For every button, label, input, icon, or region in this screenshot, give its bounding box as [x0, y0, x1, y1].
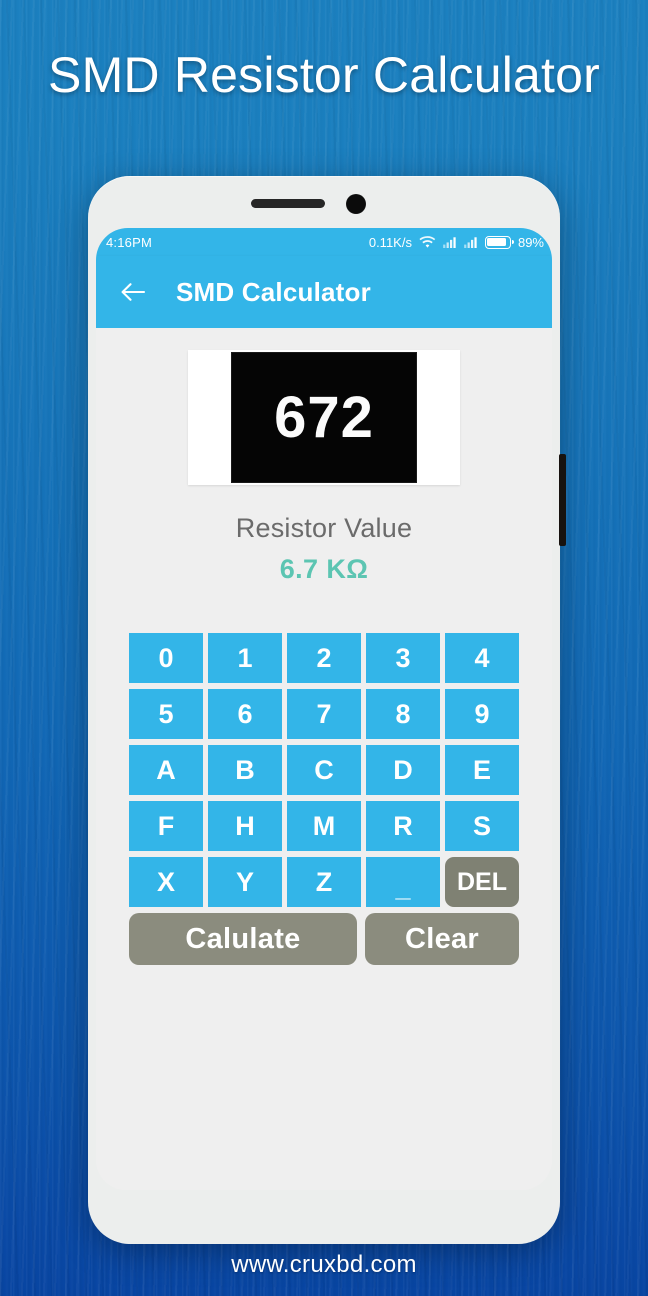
power-button[interactable]: [559, 454, 566, 546]
key-9[interactable]: 9: [445, 689, 519, 739]
key-0[interactable]: 0: [129, 633, 203, 683]
key-s[interactable]: S: [445, 801, 519, 851]
key-7[interactable]: 7: [287, 689, 361, 739]
key-5[interactable]: 5: [129, 689, 203, 739]
key-d[interactable]: D: [366, 745, 440, 795]
back-arrow-icon[interactable]: [116, 275, 150, 309]
app-content: 672 Resistor Value 6.7 KΩ 0 1 2 3 4 5 6 …: [96, 328, 552, 1190]
action-row: Calulate Clear: [129, 913, 519, 965]
status-time: 4:16PM: [106, 234, 153, 250]
resistor-value-label: Resistor Value: [235, 513, 413, 543]
key-e[interactable]: E: [445, 745, 519, 795]
banner-footer: www.cruxbd.com: [0, 1234, 648, 1296]
app-bar: SMD Calculator: [96, 256, 552, 328]
network-speed-label: 0.11K/s: [368, 234, 412, 250]
page-title: SMD Resistor Calculator: [48, 47, 600, 103]
key-4[interactable]: 4: [445, 633, 519, 683]
key-h[interactable]: H: [208, 801, 282, 851]
phone-screen: 4:16PM 0.11K/s 89% SMD Calculator 672 Re…: [96, 228, 552, 1190]
key-c[interactable]: C: [287, 745, 361, 795]
banner-headline: SMD Resistor Calculator: [0, 0, 648, 150]
key-z[interactable]: Z: [287, 857, 361, 907]
calculate-button[interactable]: Calulate: [129, 913, 357, 965]
resistor-code-label: 672: [274, 384, 374, 450]
signal-bars-icon: [443, 236, 457, 248]
key-2[interactable]: 2: [287, 633, 361, 683]
keypad-row: 0 1 2 3 4: [129, 633, 519, 683]
keypad-row: 5 6 7 8 9: [129, 689, 519, 739]
app-bar-title: SMD Calculator: [176, 276, 371, 307]
earpiece-speaker: [251, 199, 325, 208]
key-a[interactable]: A: [129, 745, 203, 795]
wifi-icon: [419, 235, 436, 249]
key-6[interactable]: 6: [208, 689, 282, 739]
resistor-image: 672: [188, 350, 460, 485]
key-underscore[interactable]: _: [366, 857, 440, 907]
battery-icon: [484, 235, 514, 249]
key-b[interactable]: B: [208, 745, 282, 795]
keypad-row: X Y Z _ DEL: [129, 857, 519, 907]
key-y[interactable]: Y: [208, 857, 282, 907]
key-8[interactable]: 8: [366, 689, 440, 739]
key-m[interactable]: M: [287, 801, 361, 851]
front-camera-icon: [346, 194, 366, 214]
resistor-body: 672: [231, 352, 417, 483]
key-r[interactable]: R: [366, 801, 440, 851]
key-x[interactable]: X: [129, 857, 203, 907]
signal-bars-icon-2: [464, 236, 478, 248]
keypad-row: A B C D E: [129, 745, 519, 795]
key-3[interactable]: 3: [366, 633, 440, 683]
keypad: 0 1 2 3 4 5 6 7 8 9 A B C D E F H M R S …: [129, 633, 519, 965]
footer-url: www.cruxbd.com: [231, 1251, 417, 1278]
resistor-value-result: 6.7 KΩ: [279, 554, 369, 584]
clear-button[interactable]: Clear: [365, 913, 519, 965]
keypad-row: F H M R S: [129, 801, 519, 851]
key-delete[interactable]: DEL: [445, 857, 519, 907]
phone-mockup: 4:16PM 0.11K/s 89% SMD Calculator 672 Re…: [88, 176, 566, 1244]
key-f[interactable]: F: [129, 801, 203, 851]
status-bar: 4:16PM 0.11K/s 89%: [96, 228, 552, 256]
key-1[interactable]: 1: [208, 633, 282, 683]
battery-percent-label: 89%: [517, 234, 544, 250]
